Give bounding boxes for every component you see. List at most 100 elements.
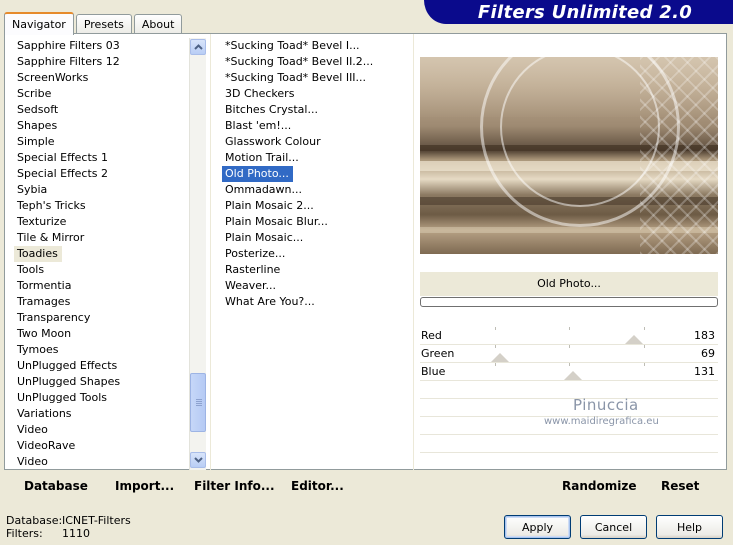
list-item[interactable]: ScreenWorks — [14, 70, 188, 86]
scroll-up-button[interactable] — [190, 39, 206, 55]
slider-tick — [494, 345, 496, 348]
editor-button[interactable]: Editor... — [291, 479, 344, 493]
list-item[interactable]: Sedsoft — [14, 102, 188, 118]
slider-thumb[interactable] — [624, 335, 643, 344]
list-item[interactable]: Plain Mosaic 2... — [222, 198, 412, 214]
panel-divider — [413, 34, 414, 470]
list-item[interactable]: UnPlugged Shapes — [14, 374, 188, 390]
watermark-site: www.maidiregrafica.eu — [544, 416, 659, 427]
list-item[interactable]: Plain Mosaic Blur... — [222, 214, 412, 230]
list-item[interactable]: Special Effects 2 — [14, 166, 188, 182]
list-item[interactable]: What Are You?... — [222, 294, 412, 310]
slider-tick — [494, 363, 496, 366]
list-item[interactable]: Video — [14, 422, 188, 438]
database-button[interactable]: Database — [24, 479, 88, 493]
list-item[interactable]: UnPlugged Tools — [14, 390, 188, 406]
empty-slider-slot — [420, 381, 718, 399]
banner-title: Filters Unlimited 2.0 — [477, 2, 693, 23]
list-item[interactable]: Simple — [14, 134, 188, 150]
list-item[interactable]: Ommadawn... — [222, 182, 412, 198]
apply-button[interactable]: Apply — [504, 515, 571, 539]
slider-value: 131 — [694, 365, 715, 378]
filter-list[interactable]: *Sucking Toad* Bevel I... *Sucking Toad* … — [222, 38, 412, 470]
tab-strip: Navigator Presets About — [4, 10, 184, 35]
cancel-button[interactable]: Cancel — [580, 515, 647, 539]
slider-label: Red — [421, 329, 442, 342]
watermark-name: Pinuccia — [573, 396, 639, 414]
list-item[interactable]: Texturize — [14, 214, 188, 230]
tab-navigator[interactable]: Navigator — [4, 12, 74, 35]
list-item[interactable]: Sapphire Filters 12 — [14, 54, 188, 70]
help-button[interactable]: Help — [656, 515, 723, 539]
list-item[interactable]: Motion Trail... — [222, 150, 412, 166]
slider-tick — [643, 327, 645, 330]
list-item[interactable]: Bitches Crystal... — [222, 102, 412, 118]
category-scrollbar[interactable] — [189, 38, 206, 470]
list-item[interactable]: Sybia — [14, 182, 188, 198]
list-item[interactable]: Video — [14, 454, 188, 470]
list-item[interactable]: Old Photo... — [222, 166, 293, 182]
slider-thumb[interactable] — [564, 371, 583, 380]
list-item[interactable]: Blast 'em!... — [222, 118, 412, 134]
status-filters-label: Filters: — [6, 527, 43, 540]
slider-tick — [569, 345, 570, 348]
list-item[interactable]: Two Moon — [14, 326, 188, 342]
list-item[interactable]: Tools — [14, 262, 188, 278]
status-database-value: ICNET-Filters — [62, 514, 131, 527]
slider-value: 183 — [694, 329, 715, 342]
list-item[interactable]: Rasterline — [222, 262, 412, 278]
status-filters-value: 1110 — [62, 527, 90, 540]
slider-tick — [569, 363, 570, 366]
slider-label: Blue — [421, 365, 446, 378]
slider-value: 69 — [701, 347, 715, 360]
list-item[interactable]: Shapes — [14, 118, 188, 134]
slider-tick — [494, 327, 496, 330]
list-item[interactable]: Tymoes — [14, 342, 188, 358]
status-database-label: Database: — [6, 514, 63, 527]
slider-label: Green — [421, 347, 455, 360]
parameter-sliders: Red 183 Green 69 Blue 131 — [420, 327, 718, 471]
scroll-thumb[interactable] — [190, 373, 206, 432]
tab-about[interactable]: About — [133, 14, 183, 34]
randomize-button[interactable]: Randomize — [562, 479, 636, 493]
list-item[interactable]: Glasswork Colour — [222, 134, 412, 150]
slider-tick — [569, 327, 570, 330]
list-item[interactable]: Special Effects 1 — [14, 150, 188, 166]
list-item[interactable]: Toadies — [14, 246, 62, 262]
filter-info-button[interactable]: Filter Info... — [194, 479, 275, 493]
list-item[interactable]: Plain Mosaic... — [222, 230, 412, 246]
category-list[interactable]: Sapphire Filters 03 Sapphire Filters 12 Sc… — [14, 38, 188, 470]
slider-red[interactable]: Red 183 — [420, 327, 718, 345]
list-item[interactable]: Scribe — [14, 86, 188, 102]
list-item[interactable]: Tormentia — [14, 278, 188, 294]
chevron-down-icon — [193, 457, 203, 463]
list-item[interactable]: *Sucking Toad* Bevel I... — [222, 38, 412, 54]
chevron-up-icon — [193, 44, 203, 50]
list-item[interactable]: Posterize... — [222, 246, 412, 262]
empty-slider-slot — [420, 453, 718, 471]
list-item[interactable]: Variations — [14, 406, 188, 422]
panel-divider — [210, 34, 211, 470]
scroll-down-button[interactable] — [190, 452, 206, 468]
slider-tick — [643, 363, 645, 366]
list-item[interactable]: VideoRave — [14, 438, 188, 454]
slider-blue[interactable]: Blue 131 — [420, 363, 718, 381]
list-item[interactable]: Tile & Mirror — [14, 230, 188, 246]
slider-tick — [643, 345, 645, 348]
list-item[interactable]: 3D Checkers — [222, 86, 412, 102]
list-item[interactable]: *Sucking Toad* Bevel III... — [222, 70, 412, 86]
import-button[interactable]: Import... — [115, 479, 174, 493]
slider-green[interactable]: Green 69 — [420, 345, 718, 363]
list-item[interactable]: *Sucking Toad* Bevel II.2... — [222, 54, 412, 70]
list-item[interactable]: Transparency — [14, 310, 188, 326]
slider-thumb[interactable] — [491, 353, 510, 362]
list-item[interactable]: Teph's Tricks — [14, 198, 188, 214]
progress-bar — [420, 297, 718, 307]
reset-button[interactable]: Reset — [661, 479, 699, 493]
list-item[interactable]: UnPlugged Effects — [14, 358, 188, 374]
list-item[interactable]: Sapphire Filters 03 — [14, 38, 188, 54]
list-item[interactable]: Weaver... — [222, 278, 412, 294]
tab-presets[interactable]: Presets — [75, 14, 132, 34]
empty-slider-slot — [420, 435, 718, 453]
list-item[interactable]: Tramages — [14, 294, 188, 310]
